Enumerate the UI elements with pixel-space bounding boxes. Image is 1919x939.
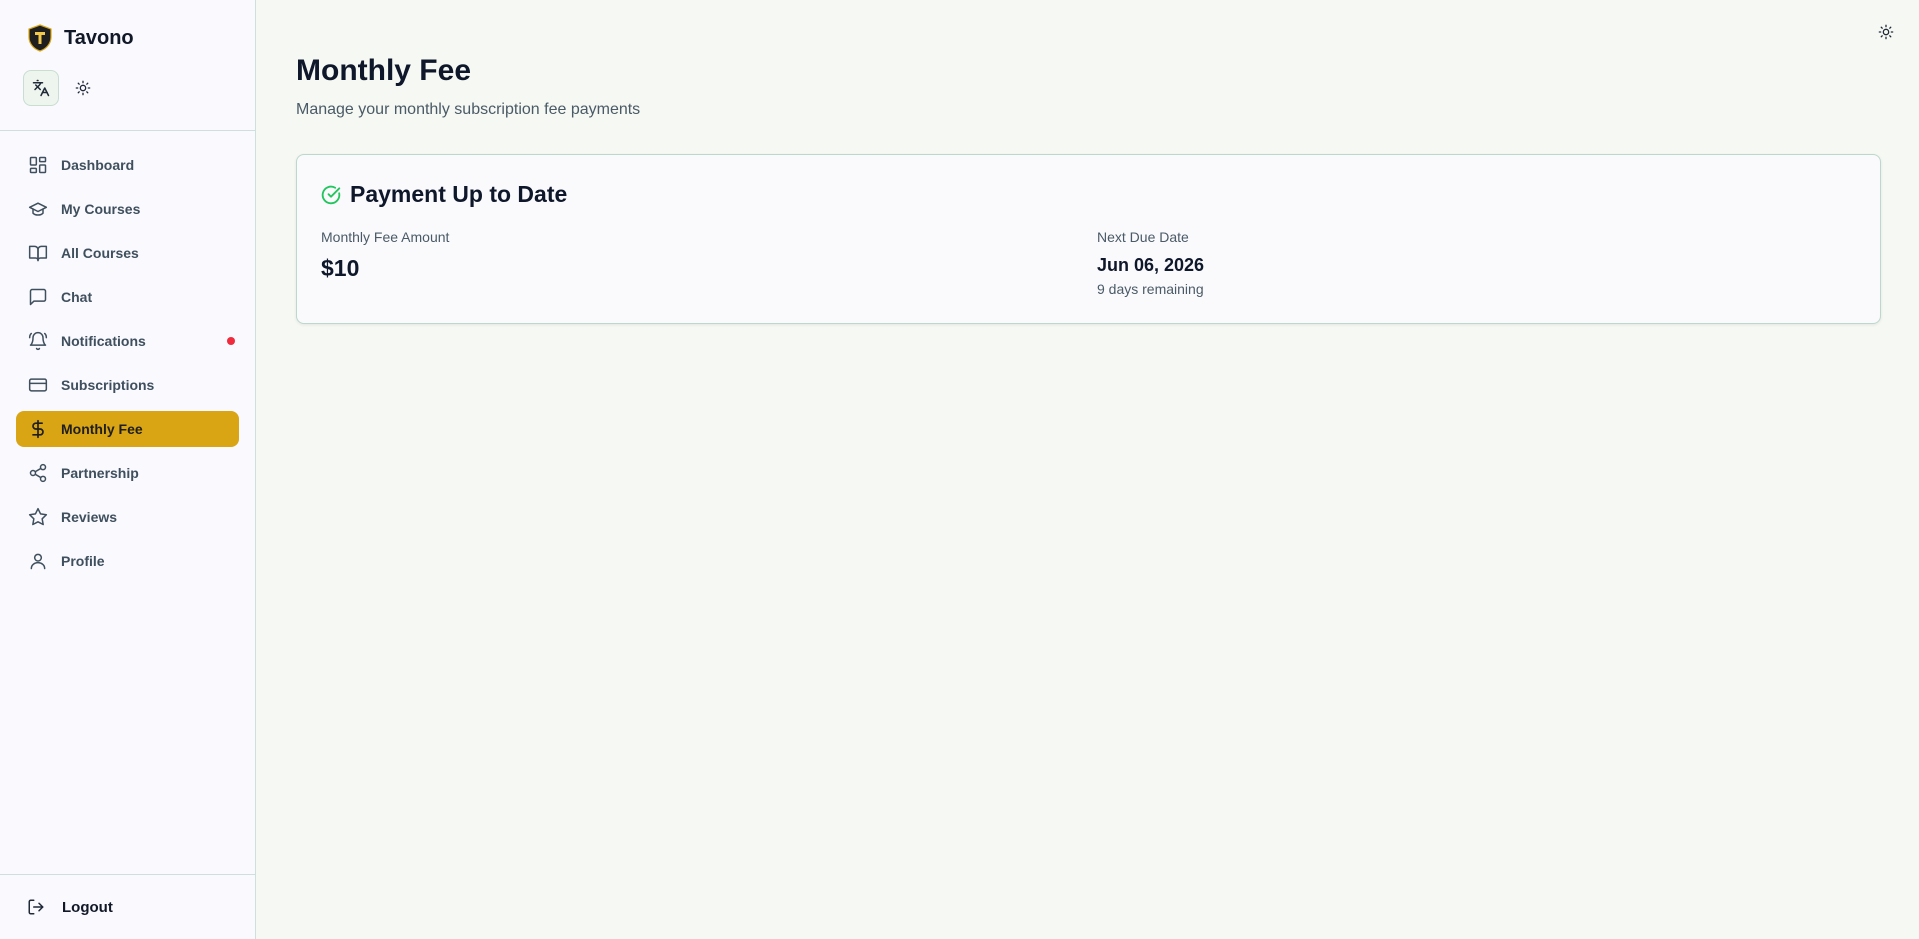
sidebar-item-profile[interactable]: Profile — [16, 543, 239, 579]
sidebar-item-chat[interactable]: Chat — [16, 279, 239, 315]
sidebar-item-monthly-fee[interactable]: Monthly Fee — [16, 411, 239, 447]
page-title: Monthly Fee — [296, 54, 472, 87]
brand-name: Tavono — [64, 26, 134, 49]
logout-icon — [28, 899, 44, 915]
sidebar-item-label: Partnership — [61, 465, 139, 481]
dollar-sign-icon — [32, 419, 44, 439]
sidebar-item-label: Monthly Fee — [61, 421, 143, 437]
sidebar-item-label: Dashboard — [61, 157, 135, 173]
logout-button[interactable]: Logout — [27, 898, 113, 916]
payment-status-card: Payment Up to Date Monthly Fee Amount $1… — [296, 154, 1881, 324]
star-icon — [28, 507, 48, 526]
book-open-icon — [28, 245, 48, 262]
sidebar-item-reviews[interactable]: Reviews — [16, 499, 239, 535]
credit-card-icon — [28, 378, 48, 392]
graduation-cap-icon — [28, 202, 48, 216]
sidebar-item-label: Chat — [61, 289, 93, 305]
translate-icon — [32, 79, 50, 97]
sidebar-divider — [0, 130, 255, 131]
card-header: Payment Up to Date — [321, 181, 567, 208]
bell-icon — [28, 331, 48, 351]
sidebar-item-partnership[interactable]: Partnership — [16, 455, 239, 491]
quick-tools — [23, 70, 101, 106]
shield-logo-icon — [26, 24, 54, 52]
language-button[interactable] — [23, 70, 59, 106]
user-icon — [30, 553, 46, 570]
sidebar-item-label: Reviews — [61, 509, 118, 525]
sidebar-item-dashboard[interactable]: Dashboard — [16, 147, 239, 183]
sidebar-item-notifications[interactable]: Notifications — [16, 323, 239, 359]
logout-label: Logout — [62, 898, 113, 916]
dashboard-icon — [29, 156, 47, 174]
card-title: Payment Up to Date — [350, 181, 568, 207]
sidebar-item-label: Notifications — [61, 333, 146, 349]
sidebar-item-my-courses[interactable]: My Courses — [16, 191, 239, 227]
sidebar-item-label: Subscriptions — [61, 377, 155, 393]
sidebar-bottom-divider — [0, 874, 255, 875]
due-date-value: Jun 06, 2026 — [1097, 255, 1205, 275]
sidebar-item-subscriptions[interactable]: Subscriptions — [16, 367, 239, 403]
due-date-label: Next Due Date — [1097, 229, 1189, 245]
notification-badge — [227, 337, 235, 345]
sun-icon — [75, 80, 91, 96]
sidebar-item-label: Profile — [61, 553, 105, 569]
message-square-icon — [29, 288, 47, 306]
fee-amount-label: Monthly Fee Amount — [321, 229, 450, 245]
share-icon — [29, 463, 47, 483]
sun-icon — [1878, 24, 1894, 40]
sidebar-item-all-courses[interactable]: All Courses — [16, 235, 239, 271]
sidebar-nav: Dashboard My Courses All Courses Chat No… — [16, 147, 239, 587]
days-remaining: 9 days remaining — [1097, 281, 1204, 297]
sidebar-item-label: My Courses — [61, 201, 141, 217]
theme-toggle-button[interactable] — [65, 70, 101, 106]
page-subtitle: Manage your monthly subscription fee pay… — [296, 101, 641, 118]
brand[interactable]: Tavono — [26, 24, 134, 52]
sidebar-item-label: All Courses — [61, 245, 139, 261]
theme-toggle-header[interactable] — [1876, 22, 1896, 42]
sidebar: Tavono Dashboard My Courses All Courses … — [0, 0, 256, 939]
circle-check-icon — [321, 185, 341, 204]
fee-amount-value: $10 — [321, 255, 360, 281]
